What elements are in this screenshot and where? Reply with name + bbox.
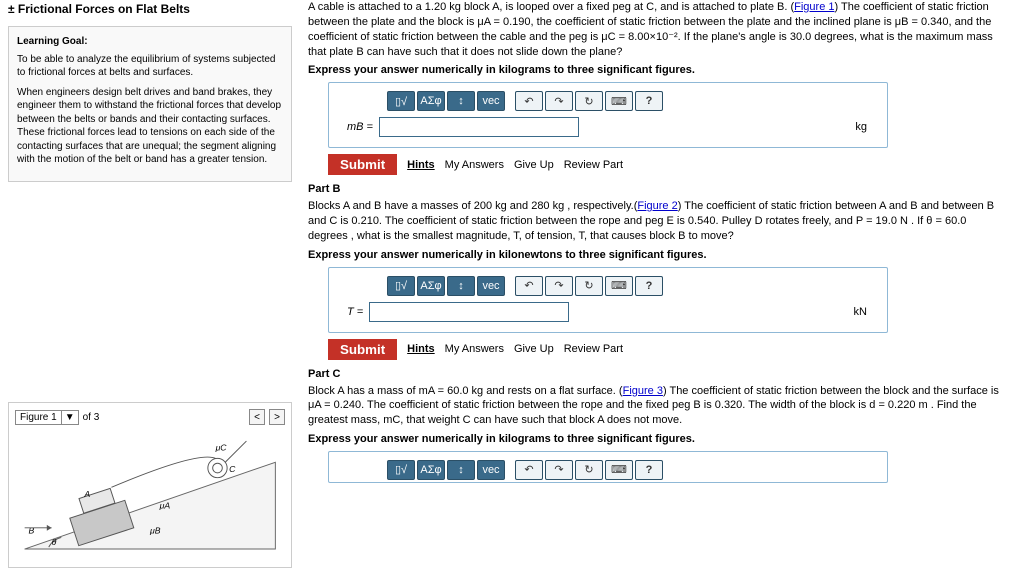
part-b-answer-box: ▯√ ΑΣφ ↕ vec ↶ ↷ ↻ ⌨ ? T = kN <box>328 267 888 333</box>
figure-count: of 3 <box>83 412 100 423</box>
figure-3-link[interactable]: Figure 3 <box>623 385 663 397</box>
learning-goal-head: Learning Goal: <box>17 35 283 49</box>
toolbar-a: ▯√ ΑΣφ ↕ vec ↶ ↷ ↻ ⌨ ? <box>387 91 875 111</box>
figure-image: μC C A μA μB B θ <box>15 431 285 561</box>
keyboard-button[interactable]: ⌨ <box>605 460 633 480</box>
part-a-answer-box: ▯√ ΑΣφ ↕ vec ↶ ↷ ↻ ⌨ ? mB = kg <box>328 82 888 148</box>
svg-text:θ: θ <box>52 537 57 547</box>
template-button[interactable]: ▯√ <box>387 276 415 296</box>
reset-button[interactable]: ↻ <box>575 276 603 296</box>
part-a-instruction: Express your answer numerically in kilog… <box>308 63 1004 78</box>
help-button[interactable]: ? <box>635 276 663 296</box>
review-link-a[interactable]: Review Part <box>564 159 623 171</box>
template-button[interactable]: ▯√ <box>387 460 415 480</box>
redo-button[interactable]: ↷ <box>545 460 573 480</box>
part-a-var: mB = <box>347 121 373 133</box>
giveup-link-b[interactable]: Give Up <box>514 343 554 355</box>
module-title: ± Frictional Forces on Flat Belts <box>8 0 292 20</box>
figure-select[interactable]: Figure 1 ▼ <box>15 410 79 425</box>
review-link-b[interactable]: Review Part <box>564 343 623 355</box>
myanswers-link-b[interactable]: My Answers <box>445 343 504 355</box>
undo-button[interactable]: ↶ <box>515 91 543 111</box>
svg-text:μC: μC <box>215 443 228 453</box>
reset-button[interactable]: ↻ <box>575 91 603 111</box>
part-a-actions: Submit Hints My Answers Give Up Review P… <box>328 154 1004 175</box>
part-c-head: Part C <box>308 368 1004 380</box>
part-b-input[interactable] <box>369 302 569 322</box>
figure-next-button[interactable]: > <box>269 409 285 425</box>
part-a-text: A cable is attached to a 1.20 kg block A… <box>308 0 1004 59</box>
svg-text:B: B <box>29 526 35 536</box>
toolbar-b: ▯√ ΑΣφ ↕ vec ↶ ↷ ↻ ⌨ ? <box>387 276 875 296</box>
part-a-unit: kg <box>855 121 875 133</box>
vec-button[interactable]: vec <box>477 276 505 296</box>
template-button[interactable]: ▯√ <box>387 91 415 111</box>
figure-select-label: Figure 1 <box>16 411 61 424</box>
dropdown-icon: ▼ <box>61 411 78 424</box>
part-c-answer-box: ▯√ ΑΣφ ↕ vec ↶ ↷ ↻ ⌨ ? <box>328 451 888 483</box>
subscript-button[interactable]: ↕ <box>447 91 475 111</box>
greek-button[interactable]: ΑΣφ <box>417 460 445 480</box>
learning-goal-p1: To be able to analyze the equilibrium of… <box>17 53 283 80</box>
svg-text:μA: μA <box>159 501 171 511</box>
part-b-actions: Submit Hints My Answers Give Up Review P… <box>328 339 1004 360</box>
part-b-unit: kN <box>854 306 875 318</box>
giveup-link-a[interactable]: Give Up <box>514 159 554 171</box>
greek-button[interactable]: ΑΣφ <box>417 91 445 111</box>
keyboard-button[interactable]: ⌨ <box>605 276 633 296</box>
submit-button-b[interactable]: Submit <box>328 339 397 360</box>
figure-panel: Figure 1 ▼ of 3 < > <box>8 402 292 568</box>
part-b-text: Blocks A and B have a masses of 200 kg a… <box>308 199 1004 244</box>
vec-button[interactable]: vec <box>477 91 505 111</box>
learning-goal-p2: When engineers design belt drives and ba… <box>17 86 283 167</box>
vec-button[interactable]: vec <box>477 460 505 480</box>
learning-goal-box: Learning Goal: To be able to analyze the… <box>8 26 292 182</box>
hints-link-b[interactable]: Hints <box>407 343 435 355</box>
submit-button-a[interactable]: Submit <box>328 154 397 175</box>
part-b-head: Part B <box>308 183 1004 195</box>
myanswers-link-a[interactable]: My Answers <box>445 159 504 171</box>
svg-text:A: A <box>83 489 90 499</box>
greek-button[interactable]: ΑΣφ <box>417 276 445 296</box>
undo-button[interactable]: ↶ <box>515 460 543 480</box>
figure-prev-button[interactable]: < <box>249 409 265 425</box>
undo-button[interactable]: ↶ <box>515 276 543 296</box>
part-b-var: T = <box>347 306 363 318</box>
help-button[interactable]: ? <box>635 91 663 111</box>
part-a-input[interactable] <box>379 117 579 137</box>
subscript-button[interactable]: ↕ <box>447 460 475 480</box>
reset-button[interactable]: ↻ <box>575 460 603 480</box>
part-b-instruction: Express your answer numerically in kilon… <box>308 248 1004 263</box>
redo-button[interactable]: ↷ <box>545 276 573 296</box>
help-button[interactable]: ? <box>635 460 663 480</box>
part-c-instruction: Express your answer numerically in kilog… <box>308 432 1004 447</box>
subscript-button[interactable]: ↕ <box>447 276 475 296</box>
redo-button[interactable]: ↷ <box>545 91 573 111</box>
figure-2-link[interactable]: Figure 2 <box>637 200 677 212</box>
svg-text:μB: μB <box>149 526 161 536</box>
toolbar-c: ▯√ ΑΣφ ↕ vec ↶ ↷ ↻ ⌨ ? <box>387 460 875 480</box>
part-c-text: Block A has a mass of mA = 60.0 kg and r… <box>308 384 1004 429</box>
hints-link-a[interactable]: Hints <box>407 159 435 171</box>
svg-text:C: C <box>229 464 236 474</box>
figure-1-link[interactable]: Figure 1 <box>794 1 834 13</box>
keyboard-button[interactable]: ⌨ <box>605 91 633 111</box>
